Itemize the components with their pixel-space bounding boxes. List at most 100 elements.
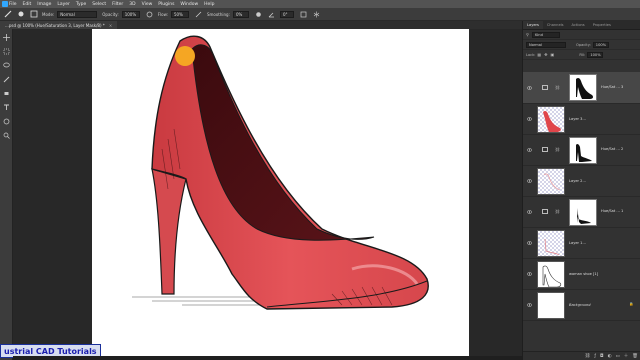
eye-icon[interactable] bbox=[527, 272, 532, 276]
tab-layers[interactable]: Layers bbox=[523, 21, 543, 29]
brush-settings-icon[interactable] bbox=[29, 10, 38, 19]
photoshop-logo-icon[interactable] bbox=[0, 0, 9, 8]
eraser-tool-icon[interactable] bbox=[2, 89, 11, 98]
lock-position-icon[interactable]: ✥ bbox=[544, 52, 547, 57]
lasso-tool-icon[interactable] bbox=[2, 61, 11, 70]
menu-filter[interactable]: Filter bbox=[112, 2, 123, 7]
layer-name: Layer 1... bbox=[569, 241, 586, 245]
hand-tool-icon[interactable] bbox=[2, 117, 11, 126]
flow-field[interactable]: 50% bbox=[170, 10, 189, 18]
smoothing-options-icon[interactable] bbox=[254, 10, 263, 19]
angle-icon[interactable] bbox=[267, 10, 276, 19]
new-layer-icon[interactable]: ＋ bbox=[624, 353, 629, 359]
layer-row[interactable]: ⛓ Hue/Sat ... 1 bbox=[523, 197, 640, 228]
layer-thumbnail[interactable] bbox=[537, 168, 565, 195]
layer-name: Hue/Sat ... 1 bbox=[601, 209, 624, 213]
layer-thumbnail[interactable] bbox=[537, 230, 565, 257]
eye-icon[interactable] bbox=[527, 117, 532, 121]
link-layers-icon[interactable]: ⛓ bbox=[585, 354, 591, 359]
opacity-field-panel[interactable]: 100% bbox=[592, 41, 609, 48]
adjustment-icon bbox=[542, 85, 548, 90]
tab-actions[interactable]: Actions bbox=[568, 21, 589, 29]
symmetry-icon[interactable] bbox=[312, 10, 321, 19]
menu-edit[interactable]: Edit bbox=[23, 2, 32, 7]
menu-file[interactable]: File bbox=[9, 2, 17, 7]
kind-filter-select[interactable]: Kind bbox=[531, 31, 560, 38]
menu-layer[interactable]: Layer bbox=[57, 2, 70, 7]
layer-mask-thumbnail[interactable] bbox=[569, 74, 597, 101]
layer-row[interactable]: Layer 1... bbox=[523, 228, 640, 259]
menu-window[interactable]: Window bbox=[180, 2, 198, 7]
move-tool-icon[interactable] bbox=[2, 33, 11, 42]
delete-layer-icon[interactable]: 🗑 bbox=[632, 354, 638, 359]
brush-tool-sidebar-icon[interactable] bbox=[2, 75, 11, 84]
layer-row[interactable]: ⛓ Hue/Sat ... 2 bbox=[523, 135, 640, 166]
pressure-opacity-icon[interactable] bbox=[145, 10, 154, 19]
airbrush-icon[interactable] bbox=[194, 10, 203, 19]
document-tab[interactable]: ...psd @ 100% (Hue/Saturation 3, Layer M… bbox=[0, 21, 118, 29]
layer-thumbnail[interactable] bbox=[537, 261, 565, 288]
opacity-field[interactable]: 100% bbox=[121, 10, 140, 18]
shoe-silhouette-icon bbox=[576, 77, 594, 99]
layer-name: Hue/Sat ... 3 bbox=[601, 85, 624, 89]
menu-3d[interactable]: 3D bbox=[129, 2, 135, 7]
artboard[interactable] bbox=[92, 29, 469, 356]
adjustment-layer-icon[interactable]: ◐ bbox=[608, 354, 612, 359]
layer-row[interactable]: woman shoe [1] bbox=[523, 259, 640, 290]
layer-row[interactable]: ⛓ Hue/Sat ... 3 bbox=[523, 72, 640, 104]
high-heel-shoe-illustration bbox=[132, 35, 429, 310]
menu-image[interactable]: Image bbox=[37, 2, 51, 7]
zoom-tool-icon[interactable] bbox=[2, 131, 11, 140]
menu-bar: File Edit Image Layer Type Select Filter… bbox=[0, 0, 640, 8]
lock-all-icon[interactable]: ▣ bbox=[551, 52, 555, 57]
menu-plugins[interactable]: Plugins bbox=[158, 2, 174, 7]
angle-field[interactable]: 0° bbox=[279, 10, 294, 18]
shoe-silhouette-icon bbox=[576, 143, 592, 162]
blend-mode-select[interactable]: Normal bbox=[526, 41, 566, 48]
eye-icon[interactable] bbox=[527, 241, 532, 245]
brush-size-icon[interactable] bbox=[16, 10, 25, 19]
link-icon: ⛓ bbox=[555, 85, 561, 90]
canvas-area[interactable] bbox=[13, 29, 522, 356]
fill-field[interactable]: 100% bbox=[587, 51, 604, 58]
layer-mask-thumbnail[interactable] bbox=[569, 137, 597, 164]
eye-icon[interactable] bbox=[527, 86, 532, 90]
group-icon[interactable]: ▭ bbox=[616, 354, 620, 359]
menu-view[interactable]: View bbox=[142, 2, 153, 7]
eye-icon[interactable] bbox=[527, 210, 532, 214]
search-icon: ⚲ bbox=[526, 32, 529, 37]
eye-icon[interactable] bbox=[527, 148, 532, 152]
menu-type[interactable]: Type bbox=[76, 2, 86, 7]
layer-mask-thumbnail[interactable] bbox=[569, 199, 597, 226]
type-tool-icon[interactable] bbox=[2, 103, 11, 112]
opacity-label-panel: Opacity: bbox=[576, 42, 591, 47]
lock-pixels-icon[interactable]: ▦ bbox=[537, 52, 541, 57]
fx-icon[interactable]: ƒ bbox=[594, 354, 596, 359]
tab-properties[interactable]: Properties bbox=[589, 21, 615, 29]
brush-tool-icon[interactable] bbox=[3, 10, 12, 19]
adjustment-icon bbox=[542, 209, 548, 214]
link-icon: ⛓ bbox=[555, 147, 561, 152]
layer-row[interactable]: Layer 3... bbox=[523, 104, 640, 135]
add-mask-icon[interactable]: ◘ bbox=[600, 354, 604, 359]
tab-channels[interactable]: Channels bbox=[543, 21, 568, 29]
layer-name: Hue/Sat ... 2 bbox=[601, 147, 624, 151]
mode-select[interactable]: Normal bbox=[57, 10, 98, 18]
lock-row: Lock: ▦ ✥ ▣ Fill: 100% bbox=[523, 50, 640, 60]
layer-name: woman shoe [1] bbox=[569, 272, 599, 276]
pressure-size-icon[interactable] bbox=[299, 10, 308, 19]
layer-thumbnail[interactable] bbox=[537, 106, 565, 133]
shoe-silhouette-icon bbox=[577, 208, 591, 224]
layer-row[interactable]: Background 🔒 bbox=[523, 290, 640, 321]
menu-help[interactable]: Help bbox=[204, 2, 214, 7]
layer-row[interactable]: Layer 2... bbox=[523, 166, 640, 197]
marquee-tool-icon[interactable] bbox=[2, 47, 11, 56]
eye-icon[interactable] bbox=[527, 179, 532, 183]
smoothing-field[interactable]: 0% bbox=[232, 10, 249, 18]
close-tab-icon[interactable]: × bbox=[109, 23, 112, 28]
orange-marker bbox=[175, 46, 195, 66]
shoe-sketch-thumb-icon bbox=[544, 238, 560, 256]
layer-thumbnail[interactable] bbox=[537, 292, 565, 319]
eye-icon[interactable] bbox=[527, 303, 532, 307]
menu-select[interactable]: Select bbox=[92, 2, 106, 7]
